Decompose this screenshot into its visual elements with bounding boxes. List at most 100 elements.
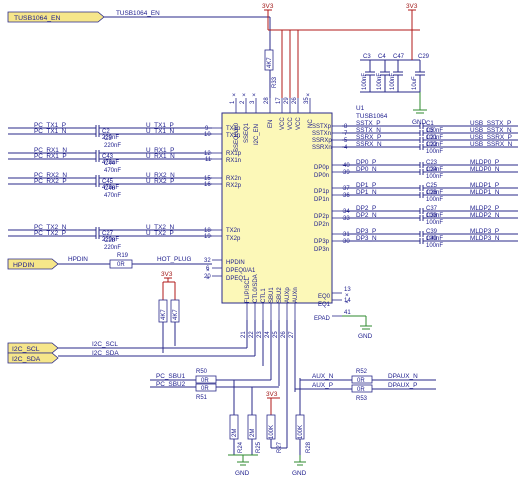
svg-text:R51: R51 (196, 395, 208, 401)
r52-resistor: 0R R52 (351, 369, 373, 384)
r53-resistor: 0R R53 (351, 384, 373, 402)
svg-text:2M: 2M (250, 429, 256, 437)
svg-text:EPAD: EPAD (314, 316, 331, 322)
svg-text:11: 11 (205, 157, 212, 163)
right-channel-net: DP0_P (356, 159, 376, 166)
right-channel-out-net: MLDP3_P (470, 228, 499, 235)
svg-text:TX2p: TX2p (226, 236, 241, 242)
ic-right-pin-4: 4 SSRXn (312, 145, 348, 151)
right-channel-out-net: MLDP0_P (470, 159, 499, 166)
svg-text:TX1p: TX1p (226, 126, 241, 132)
ic-right-pin-7: 7 SSTXn (312, 131, 348, 137)
tusb-en-net-label: TUSB1064_EN (116, 10, 160, 17)
svg-text:32: 32 (204, 258, 211, 264)
right-channel-out-net: MLDP2_N (470, 212, 500, 219)
svg-text:×: × (206, 275, 210, 282)
svg-text:R50: R50 (196, 369, 208, 375)
svg-text:AUXp: AUXp (285, 287, 291, 303)
left-channel-u-net: U_RX1_N (146, 153, 175, 160)
ic-right-pin-8: 8 SSTXp (312, 124, 348, 130)
hpdin-net-label: HPDIN (68, 256, 88, 263)
svg-text:0R: 0R (201, 378, 209, 384)
svg-text:RX2p: RX2p (226, 183, 242, 189)
decoupling-caps: 3V3 C3 100nF C4 100nF C47 100nF C29 10uF… (360, 3, 430, 126)
svg-text:EQ0: EQ0 (318, 294, 331, 300)
svg-text:EN: EN (268, 120, 274, 128)
svg-text:37: 37 (343, 186, 350, 192)
svg-text:R24: R24 (238, 441, 244, 453)
svg-text:10: 10 (204, 132, 211, 138)
right-channel-row: DP1_N C26100nFMLDP1_N (342, 189, 518, 203)
left-channel-cap-ref: C28 (104, 238, 116, 244)
svg-text:0R: 0R (117, 262, 125, 268)
svg-text:SSRXp: SSRXp (312, 138, 332, 144)
ic-left-pin-20: 20 DPEQ1 (204, 274, 247, 282)
svg-text:100nF: 100nF (390, 73, 396, 90)
svg-text:21: 21 (241, 331, 247, 338)
i2c-sda-port: I2C_SDA (7, 352, 59, 364)
left-channel-group: PC_TX1_PC2220nFU_TX1_PPC_TX1_NC3220nFU_T… (8, 122, 212, 251)
right-channel-group: SSTX_P C1100nFUSB_SSTX_PSSTX_N C5100nFUSB_… (342, 120, 518, 249)
svg-text:VCC: VCC (296, 117, 302, 130)
ic-designator: U1 (356, 105, 365, 112)
svg-text:FLIP/SCL: FLIP/SCL (245, 276, 251, 303)
aux-n-net-label: AUX_N (312, 373, 334, 380)
right-channel-row: DP3_N C40100nFMLDP3_N (342, 235, 518, 249)
svg-text:HPDIN: HPDIN (226, 260, 245, 266)
svg-text:DPEQ1: DPEQ1 (226, 276, 247, 282)
aux-p-net-label: AUX_P (312, 382, 333, 389)
svg-text:×: × (206, 267, 210, 274)
svg-text:17: 17 (276, 97, 282, 104)
svg-text:TX2n: TX2n (226, 228, 240, 234)
right-channel-cap-val: 100nF (426, 174, 443, 180)
i2c-scl-port: I2C_SCL (7, 342, 59, 354)
right-channel-cap-val: 100nF (426, 149, 443, 155)
tusb-en-port-label: TUSB1064_EN (14, 15, 61, 22)
svg-text:26: 26 (292, 97, 298, 104)
svg-text:5: 5 (344, 138, 348, 144)
right-channel-out-net: USB_SSTX_N (470, 127, 512, 134)
svg-text:23: 23 (257, 331, 263, 338)
right-channel-out-net: USB_SSRX_N (470, 141, 513, 148)
svg-text:SSTXp: SSTXp (312, 124, 332, 130)
svg-text:33: 33 (343, 216, 350, 222)
svg-text:10uF: 10uF (412, 76, 418, 90)
right-channel-net: DP3_N (356, 235, 377, 242)
svg-text:DP1p: DP1p (314, 189, 330, 195)
right-channel-out-net: MLDP3_N (470, 235, 500, 242)
svg-text:4K7: 4K7 (161, 309, 167, 320)
power-3v3-aux-label: 3V3 (266, 391, 278, 398)
gnd-bottom-left-label: GND (235, 470, 250, 477)
svg-text:31: 31 (343, 232, 350, 238)
r19-resistor: 0R R19 (109, 253, 133, 269)
tusb-en-port: TUSB1064_EN (7, 11, 105, 23)
svg-text:16: 16 (204, 182, 211, 188)
svg-text:0R: 0R (357, 378, 365, 384)
left-channel-cap-ref: C3 (104, 136, 112, 142)
power-3v3-pullup-label: 3V3 (161, 271, 173, 278)
svg-text:SSTXn: SSTXn (312, 131, 331, 137)
left-channel-cap-val: 470nF (104, 193, 121, 199)
svg-text:26: 26 (281, 331, 287, 338)
right-channel-net: DP0_N (356, 166, 377, 173)
right-channel-out-net: MLDP1_N (470, 189, 500, 196)
r33-resistor: R33 4K7 (264, 49, 278, 88)
svg-text:VCC: VCC (288, 117, 294, 130)
left-channel-pc-net: PC_RX1_P (34, 153, 67, 160)
svg-text:SBU2: SBU2 (277, 287, 283, 303)
svg-text:R27: R27 (277, 441, 283, 453)
svg-text:AUXn: AUXn (293, 287, 299, 303)
ic-part-number: TUSB1064 (356, 113, 388, 120)
svg-text:7: 7 (344, 131, 348, 137)
left-channel-cap-ref: C46 (104, 186, 116, 192)
right-channel-net: SSTX_N (356, 127, 381, 134)
svg-text:36: 36 (343, 193, 350, 199)
left-channel-row: PC_TX1_N C3220nF U_TX1_N (8, 128, 212, 149)
svg-text:CTL0/SDA: CTL0/SDA (253, 274, 259, 303)
right-channel-out-net: MLDP1_P (470, 182, 499, 189)
svg-text:R19: R19 (117, 253, 129, 259)
svg-text:34: 34 (343, 209, 350, 215)
r51-resistor: 0R R51 (195, 383, 217, 401)
svg-text:RX2n: RX2n (226, 176, 241, 182)
svg-text:R53: R53 (356, 396, 368, 402)
